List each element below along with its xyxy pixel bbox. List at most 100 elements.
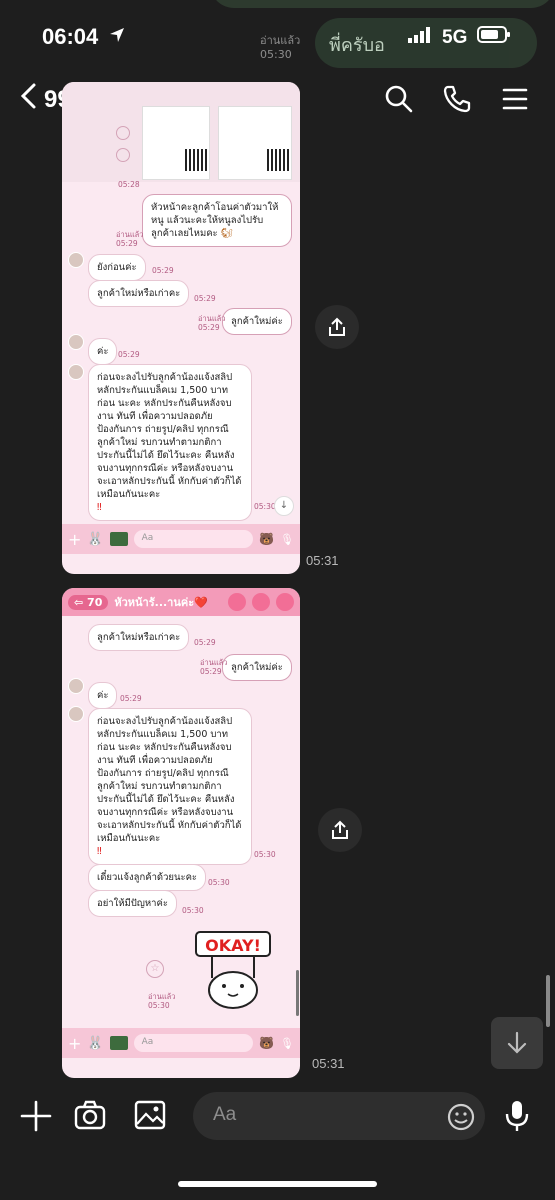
share-button[interactable] — [315, 305, 359, 349]
ghost-message-text: พี่ครับอ — [329, 35, 385, 55]
share-small-icon — [116, 148, 130, 162]
mini-message-field: Aa — [133, 1034, 254, 1052]
battery-icon — [477, 26, 511, 49]
image-time: 05:31 — [306, 553, 339, 568]
placeholder-text: Aa — [141, 533, 154, 543]
msg-time: 05:29 — [118, 350, 140, 359]
scroll-to-bottom-button[interactable] — [491, 1017, 543, 1069]
avatar — [68, 364, 84, 380]
call-button[interactable] — [442, 84, 472, 114]
emoji-button[interactable] — [446, 1102, 476, 1136]
voice-button[interactable] — [504, 1099, 530, 1137]
placeholder-text: Aa — [141, 1037, 154, 1047]
msg-time: 05:29 — [200, 667, 222, 676]
previous-message-bubble — [210, 0, 555, 8]
mic-icon: 🎙 — [280, 532, 294, 546]
okay-sticker: OKAY! — [192, 928, 274, 1010]
signal-icon — [408, 26, 432, 49]
avatar — [68, 334, 84, 350]
plus-icon — [20, 1100, 52, 1132]
message-text: ก่อนจะลงไปรับลูกค้าน้องแจ้งสลิป หลักประก… — [97, 716, 242, 844]
message-text: อย่าให้มีปัญหาค่ะ — [97, 898, 168, 909]
mini-composer: + 🐰 Aa 🐻 🎙 — [62, 1028, 300, 1058]
hamburger-icon — [502, 88, 528, 110]
mini-back-button: ⇦ 70 — [68, 594, 109, 610]
msg-time: 05:30 — [254, 502, 276, 511]
scroll-down-mini-button[interactable]: ↓ — [274, 496, 294, 516]
image-time: 05:31 — [312, 1056, 345, 1071]
message-bubble: ค่ะ — [88, 338, 118, 365]
read-label: อ่านแล้ว — [148, 992, 176, 1001]
qr-code-icon — [185, 149, 207, 171]
message-text: ค่ะ — [97, 346, 109, 357]
avatar — [68, 678, 84, 694]
share-button[interactable] — [318, 808, 362, 852]
emoji-icon: 🐻 — [259, 1036, 275, 1050]
message-bubble: ก่อนจะลงไปรับลูกค้าน้องแจ้งสลิป หลักประก… — [88, 708, 252, 865]
status-time: 06:04 — [42, 24, 126, 50]
sticker-icon: 🐰 — [87, 1035, 104, 1051]
chat-screenshot-image-1[interactable]: 05:28 หัวหน้าคะลูกค้าโอนค่าตัวมาให้หนู แ… — [62, 82, 300, 574]
read-status: อ่านแล้ว 05:29 — [200, 658, 227, 676]
mini-scrollbar — [296, 970, 299, 1016]
plus-icon: + — [68, 529, 82, 549]
gallery-button[interactable] — [134, 1100, 166, 1134]
msg-time: 05:29 — [120, 694, 142, 703]
share-icon — [329, 317, 345, 336]
search-icon — [385, 85, 413, 113]
slip-image — [218, 106, 292, 180]
menu-button[interactable] — [500, 84, 530, 114]
slip-image — [142, 106, 210, 180]
read-label: อ่านแล้ว — [260, 34, 301, 47]
msg-time: 05:30 — [148, 1001, 170, 1010]
status-indicators: 5G — [408, 26, 511, 49]
home-indicator — [178, 1181, 377, 1187]
smiley-icon — [447, 1103, 475, 1131]
message-bubble: ลูกค้าใหม่หรือเก่าคะ — [88, 280, 190, 307]
chat-scrollbar[interactable] — [546, 975, 550, 1027]
sticker-emoji: 🐿 — [220, 228, 233, 239]
placeholder-text: Aa — [213, 1104, 237, 1125]
message-bubble: ลูกค้าใหม่ค่ะ — [222, 654, 292, 681]
mini-chat-title: หัวหน้ารั...านค่ะ❤️ — [114, 596, 208, 609]
time-text: 06:04 — [42, 24, 99, 49]
read-status: อ่านแล้ว 05:30 — [148, 992, 175, 1010]
message-text: ค่ะ — [97, 690, 109, 701]
read-label: อ่านแล้ว — [116, 230, 144, 239]
favorite-star-icon: ☆ — [146, 960, 164, 978]
search-button[interactable] — [384, 84, 414, 114]
arrow-down-icon — [507, 1031, 527, 1054]
message-bubble: เดี๋ยวแจ้งลูกค้าด้วยนะคะ — [88, 864, 207, 891]
exclamation-icon: ‼ — [97, 502, 102, 513]
plus-icon: + — [68, 1033, 82, 1053]
plus-button[interactable] — [20, 1100, 52, 1136]
message-text: ลูกค้าใหม่หรือเก่าคะ — [97, 632, 181, 643]
message-text: หัวหน้าคะลูกค้าโอนค่าตัวมาให้หนู แล้วนะค… — [151, 202, 279, 239]
msg-time: 05:29 — [116, 239, 138, 248]
msg-time: 05:29 — [152, 266, 174, 275]
microphone-icon — [505, 1101, 529, 1131]
share-icon — [332, 820, 348, 839]
mini-unread-count: 70 — [87, 595, 103, 609]
msg-time: 05:29 — [194, 638, 216, 647]
slip-images-area: 05:28 — [62, 82, 300, 189]
msg-time: 05:29 — [198, 323, 220, 332]
chat-screen: พี่ครับอ อ่านแล้ว 05:30 06:04 5G 99+ 😍 — [0, 0, 555, 1200]
chat-screenshot-image-2[interactable]: ⇦ 70 หัวหน้ารั...านค่ะ❤️ ลูกค้าใหม่หรือเ… — [62, 588, 300, 1078]
mini-search-icon — [228, 593, 246, 611]
message-bubble: ลูกค้าใหม่หรือเก่าคะ — [88, 624, 190, 651]
message-bubble: หัวหน้าคะลูกค้าโอนค่าตัวมาให้หนู แล้วนะค… — [142, 194, 292, 247]
msg-time: 05:30 — [254, 850, 276, 859]
read-status: อ่านแล้ว 05:29 — [198, 314, 225, 332]
msg-time: 05:30 — [208, 878, 230, 887]
read-status: อ่านแล้ว 05:29 — [116, 230, 143, 248]
message-bubble: ค่ะ — [88, 682, 118, 709]
mini-chat-header: ⇦ 70 หัวหน้ารั...านค่ะ❤️ — [62, 588, 300, 616]
qr-code-icon — [267, 149, 289, 171]
message-bubble: ลูกค้าใหม่ค่ะ — [222, 308, 292, 335]
camera-button[interactable] — [74, 1100, 106, 1134]
msg-time: 05:30 — [182, 906, 204, 915]
message-input[interactable]: Aa — [193, 1092, 485, 1140]
prev-read-status: อ่านแล้ว 05:30 — [260, 34, 300, 62]
message-text: ลูกค้าใหม่ค่ะ — [231, 316, 283, 327]
